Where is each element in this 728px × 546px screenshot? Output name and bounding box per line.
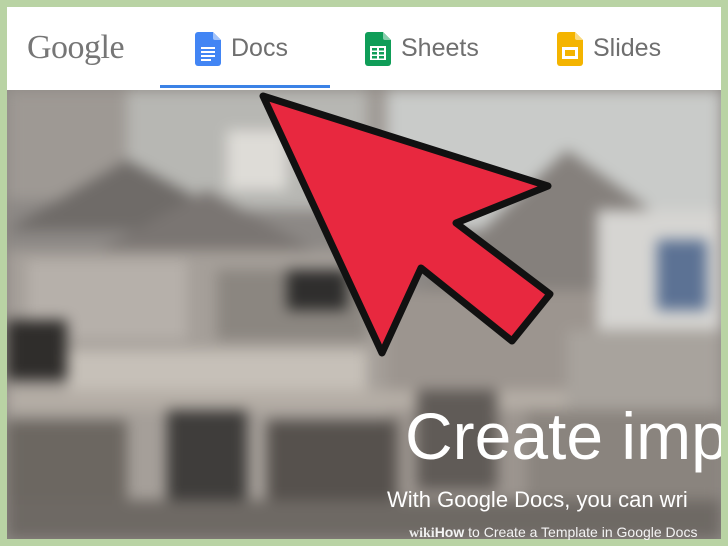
pointer-arrow-icon: [259, 92, 554, 357]
wikihow-caption: wikiHow to Create a Template in Google D…: [409, 525, 697, 541]
article-title: to Create a Template in Google Docs: [464, 524, 698, 540]
wikihow-logo-text: wiki: [409, 526, 435, 541]
wikihow-logo-how: How: [434, 524, 465, 540]
